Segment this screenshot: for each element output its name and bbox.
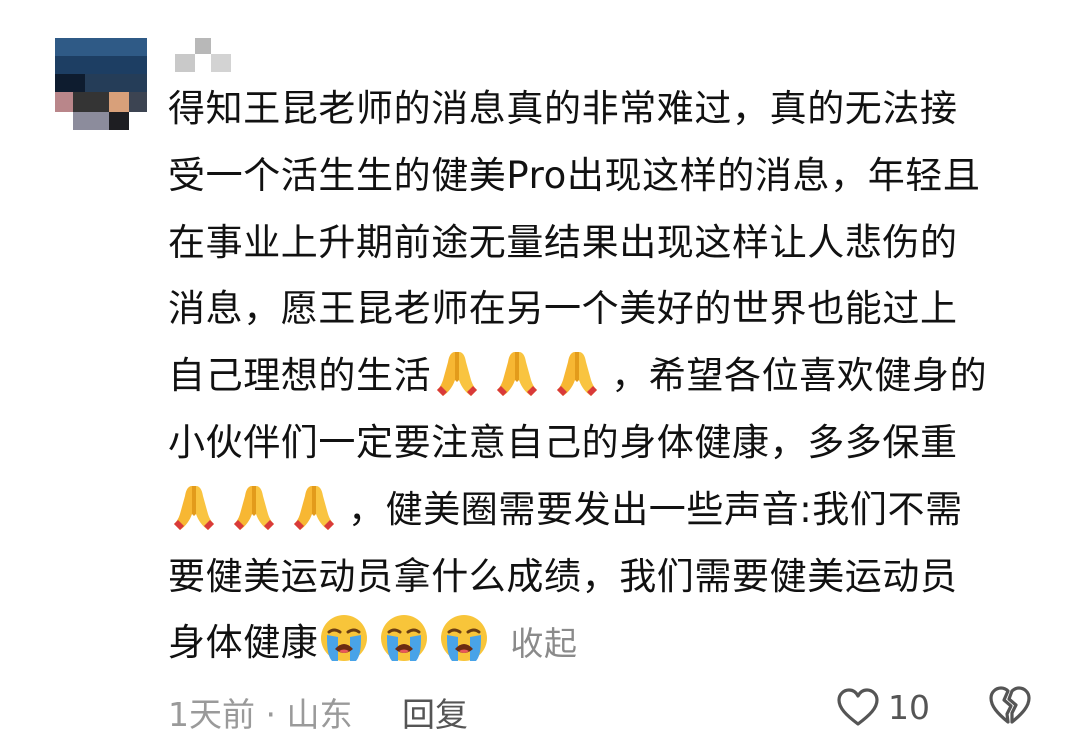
comment-text: 自己理想的生活 [168,354,432,398]
folded-hands-icon [288,480,340,532]
username-obscured[interactable] [175,38,245,74]
comment-body: 得知王昆老师的消息真的非常难过，真的无法接 受一个活生生的健美Pro出现这样的消… [168,76,1048,677]
like-count: 10 [888,688,930,727]
comment-text: ，健美圈需要发出一些声音:我们不需 [348,487,963,531]
comment-line: 身体健康 收起 [168,610,1048,677]
comment-footer: 1天前 · 山东 回复 10 [168,682,1048,738]
comment-line: 小伙伴们一定要注意自己的身体健康，多多保重 [168,420,958,464]
comment-text: ，希望各位喜欢健身的 [611,354,988,398]
reply-button[interactable]: 回复 [402,688,468,736]
comment-line: 自己理想的生活 ，希望各位喜欢健身的 [168,343,1048,410]
comment-line: 在事业上升期前途无量结果出现这样让人悲伤的 [168,220,958,264]
heart-icon [837,688,879,726]
comment-line: 受一个活生生的健美Pro出现这样的消息，年轻且 [168,153,981,197]
comment-line: 得知王昆老师的消息真的非常难过，真的无法接 [168,87,958,130]
folded-hands-icon [168,480,220,532]
comment-text: 身体健康 [168,621,319,665]
dislike-button[interactable] [988,684,1036,732]
comment-line: 消息，愿王昆老师在另一个美好的世界也能过上 [168,287,958,331]
user-avatar[interactable] [55,38,147,130]
crying-face-icon [318,613,370,665]
collapse-button[interactable]: 收起 [510,624,577,663]
folded-hands-icon [551,346,603,398]
folded-hands-icon [228,480,280,532]
broken-heart-icon [989,686,1031,724]
comment-line: ，健美圈需要发出一些声音:我们不需 [168,477,1048,544]
folded-hands-icon [431,346,483,398]
like-button[interactable]: 10 [836,682,936,734]
crying-face-icon [438,613,490,665]
comment-meta: 1天前 · 山东 [168,695,353,734]
comment-line: 要健美运动员拿什么成绩，我们需要健美运动员 [168,554,958,598]
folded-hands-icon [491,346,543,398]
crying-face-icon [378,613,430,665]
